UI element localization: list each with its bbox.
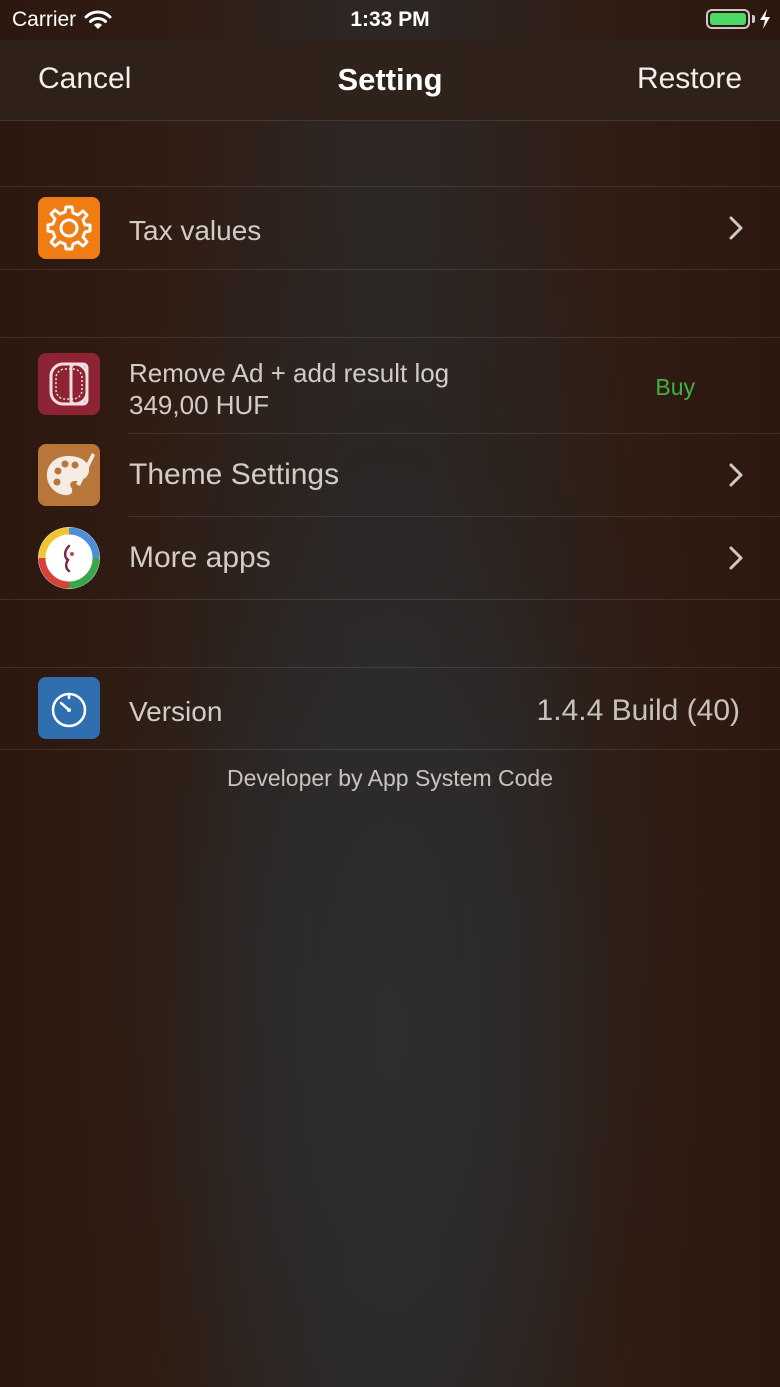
status-bar: Carrier 1:33 PM: [0, 0, 780, 40]
version-row: Version 1.4.4 Build (40): [0, 668, 780, 749]
chevron-right-icon: [729, 463, 743, 487]
battery-nub: [752, 15, 755, 23]
battery-level: [710, 13, 746, 25]
remove-ad-label: Remove Ad + add result log: [129, 358, 450, 388]
app-system-logo-icon: [38, 527, 100, 589]
chevron-right-icon: [729, 546, 743, 570]
version-label: Version: [129, 696, 223, 727]
chevron-right-icon: [729, 216, 743, 240]
theme-settings-row[interactable]: Theme Settings: [0, 434, 780, 517]
more-apps-row[interactable]: More apps: [0, 517, 780, 599]
remove-ad-row[interactable]: Remove Ad + add result log 349,00 HUF Bu…: [0, 338, 780, 434]
settings-group-version: Version 1.4.4 Build (40): [0, 667, 780, 750]
restore-button[interactable]: Restore: [637, 62, 742, 96]
tax-values-row[interactable]: Tax values: [0, 187, 780, 269]
tax-values-label: Tax values: [129, 215, 262, 246]
timer-icon: [38, 677, 100, 739]
more-apps-label: More apps: [129, 541, 271, 574]
buy-button[interactable]: Buy: [655, 374, 695, 401]
status-time: 1:33 PM: [350, 8, 430, 31]
result-log-icon: [38, 353, 100, 415]
version-value: 1.4.4 Build (40): [536, 694, 740, 727]
navigation-bar: Cancel Setting Restore: [0, 40, 780, 121]
charging-bolt-icon: [760, 9, 770, 29]
palette-icon: [38, 444, 100, 506]
settings-group-main: Remove Ad + add result log 349,00 HUF Bu…: [0, 337, 780, 600]
theme-settings-label: Theme Settings: [129, 458, 340, 491]
remove-ad-price: 349,00 HUF: [129, 390, 270, 420]
gear-icon: [38, 197, 100, 259]
developer-credit: Developer by App System Code: [226, 765, 553, 791]
settings-group-tax: Tax values: [0, 186, 780, 270]
battery-icon: [706, 9, 750, 29]
